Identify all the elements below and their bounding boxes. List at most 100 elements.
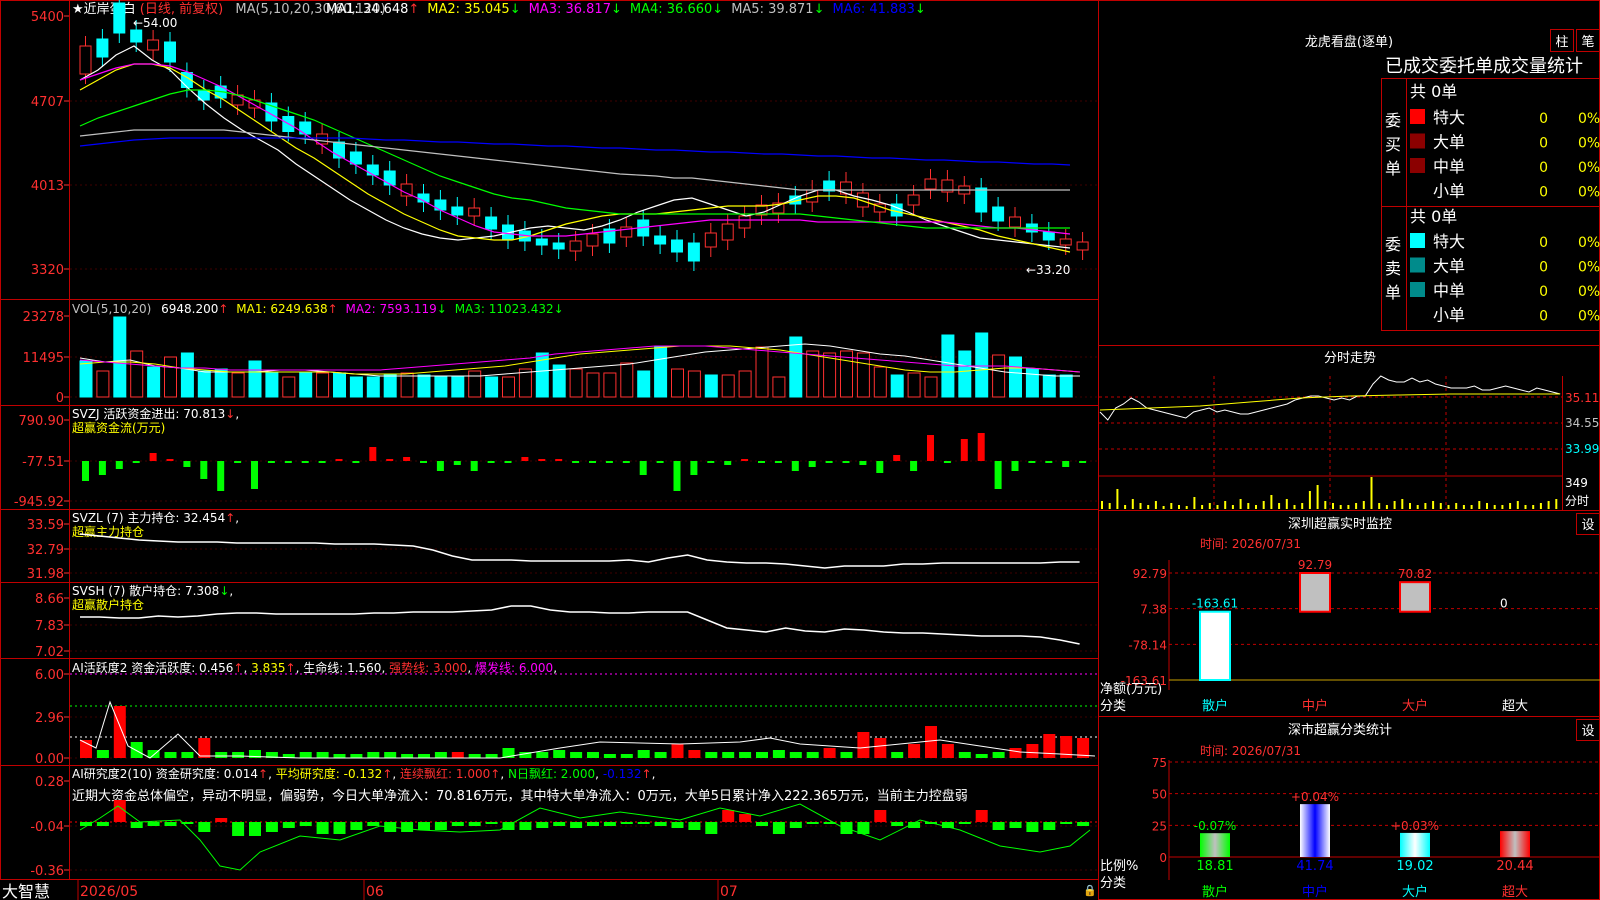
intraday-volume-bar (1293, 505, 1296, 509)
candle-body (569, 240, 582, 252)
sell-side-label: 委卖单 (1385, 235, 1401, 302)
research-bar (637, 822, 650, 824)
bar-mode-button[interactable]: 柱 (1550, 29, 1574, 52)
intraday-volume-bar (1355, 503, 1358, 509)
candle-body (451, 206, 464, 216)
research-bar (739, 814, 752, 822)
main-holding-polyline (79, 533, 1080, 569)
flow-bar (1028, 461, 1036, 463)
vol-ma1: MA1: 6249.638 (236, 302, 327, 316)
activity-bar (958, 752, 971, 758)
y-tick-label: 7.02 (35, 645, 64, 660)
order-category-name: 小单 (1433, 182, 1465, 201)
ai2-streak: 连续飘红: 1.000 (400, 766, 490, 781)
flow-bar (335, 459, 343, 461)
monitor-time: 时间: 2026/07/31 (1200, 537, 1301, 551)
intraday-vol-tick: 349 (1565, 476, 1588, 490)
research-bar (654, 822, 667, 826)
candle-body (586, 233, 599, 247)
intraday-title: 分时走势 (1324, 350, 1376, 366)
intraday-volume-bar (1462, 505, 1465, 509)
stat-settings-button[interactable]: 设 (1576, 719, 1600, 741)
monitor-settings-button[interactable]: 设 (1576, 513, 1600, 535)
buy-side-label: 委买单 (1385, 111, 1401, 178)
research-bars (70, 800, 1098, 871)
buy-side-char: 委 (1385, 111, 1401, 130)
activity-bar (113, 706, 126, 758)
order-count: 0 (1539, 309, 1548, 325)
volume-bar (586, 372, 600, 398)
research-bar (265, 822, 278, 832)
tick-mode-button[interactable]: 笔 (1576, 29, 1600, 52)
flow-bar (98, 461, 106, 475)
flow-bar (774, 461, 782, 463)
volume-bar (180, 352, 194, 398)
sell-side-char: 单 (1385, 283, 1401, 302)
intraday-volume-bar (1555, 499, 1558, 509)
volume-bar (434, 376, 448, 398)
lock-icon[interactable]: 🔒 (1083, 884, 1097, 897)
volume-bar (400, 372, 414, 398)
lhkp-title: 龙虎看盘(逐单) (1305, 34, 1393, 50)
intraday-volume-bar (1131, 499, 1134, 509)
ai2-commentary: 近期大资金总体偏空，异动不明显，偏弱势，今日大单净流入：70.816万元，其中特… (72, 788, 968, 804)
ma1-value: MA1: 34.648 (326, 2, 408, 17)
category-label: 超大 (1502, 699, 1528, 714)
research-bar (688, 822, 701, 830)
activity-bar (587, 752, 599, 758)
ratio-value-label: 41.74 (1296, 859, 1333, 874)
activity-bar (198, 738, 211, 758)
activity-bar (164, 752, 177, 758)
svsh-label: SVSH (7) 散户持仓: 7.308 (72, 583, 219, 598)
volume-bar (873, 366, 887, 398)
y-tick-label: -77.51 (22, 455, 64, 470)
research-bar (587, 822, 599, 826)
intraday-volume-bar (1516, 501, 1519, 509)
flow-bar (605, 461, 613, 463)
volume-bar (265, 372, 279, 398)
volume-bar (383, 374, 397, 398)
ma6-line (79, 137, 1071, 166)
ma3-line (79, 63, 1071, 237)
activity-bar (789, 752, 802, 758)
flow-bar (217, 461, 225, 491)
volume-bar (316, 372, 330, 398)
volume-bar (823, 352, 837, 398)
research-bar (198, 822, 211, 832)
intraday-tick: 33.99 (1565, 442, 1599, 456)
intraday-volume-bar (1178, 505, 1180, 509)
sell-side-char: 卖 (1385, 259, 1401, 278)
main-holding-line (79, 533, 1080, 569)
ai1-axis: 6.00 2.96 0.00 (35, 668, 1098, 767)
volume-bar (502, 376, 515, 398)
volume-bar (789, 336, 803, 398)
flow-bar (436, 461, 444, 471)
ai1-value-b: 3.835 (251, 661, 285, 675)
activity-bar (739, 752, 752, 758)
intraday-volume-bar (1154, 501, 1157, 509)
volume-bar (366, 376, 380, 398)
research-bar (1077, 822, 1090, 826)
flow-bar (842, 461, 850, 463)
activity-bar (806, 752, 819, 758)
research-bar (722, 810, 735, 822)
intraday-volume-bar (1262, 501, 1265, 509)
activity-bar (232, 752, 245, 758)
category-label: 大户 (1402, 698, 1428, 714)
date-label: 2026/05 (80, 884, 138, 900)
intraday-volume-bar (1316, 485, 1319, 509)
candle-body (1059, 238, 1072, 246)
ma4-value: MA4: 36.660 (630, 2, 712, 17)
svg-text:SVZL (7) 主力持仓: 32.454↑,: SVZL (7) 主力持仓: 32.454↑, (72, 510, 239, 525)
ratio-change-label: +0.03% (1391, 819, 1439, 833)
flow-bar (707, 461, 715, 463)
research-bar (299, 822, 312, 826)
order-pct: 0% (1578, 260, 1600, 276)
category-ratio-chart: 75 50 25 0 -0.07% 18.81 散户 +0.04% 41.74 中户 +0.03% 1… (1100, 756, 1600, 900)
flow-bar (825, 461, 833, 463)
volume-bar (620, 362, 634, 398)
y-tick-label: 8.66 (35, 592, 64, 607)
flow-bar (960, 439, 968, 461)
research-bar (451, 822, 464, 826)
volume-bar (772, 376, 786, 398)
